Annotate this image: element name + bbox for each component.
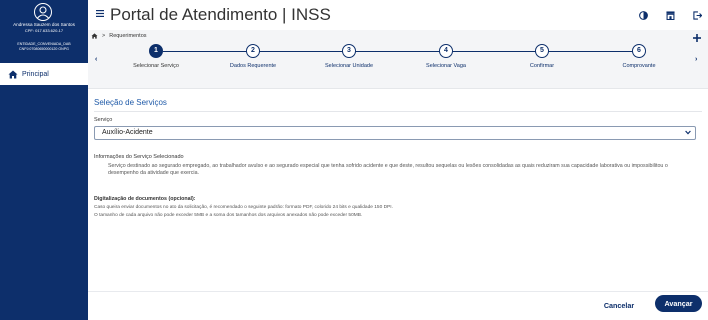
step-1-label[interactable]: Selecionar Serviço [133, 63, 179, 69]
service-selection-card: Seleção de Serviços Serviço Auxílio-Acid… [88, 88, 708, 291]
step-5-label[interactable]: Confirmar [530, 63, 554, 69]
digitalization-line-1: Caso queira enviar documentos no ato da … [94, 205, 393, 210]
breadcrumb-separator: > [102, 33, 106, 39]
contrast-icon[interactable] [639, 11, 648, 20]
service-select-value: Auxílio-Acidente [102, 129, 153, 136]
chevron-down-icon [685, 130, 691, 135]
step-5-circle[interactable]: 5 [535, 44, 549, 58]
section-title: Seleção de Serviços [94, 98, 167, 107]
sidebar-item-principal[interactable]: Principal [0, 63, 88, 85]
user-entity: ENTIDADE_CONVENIADA_DAB [17, 42, 71, 46]
info-text: Serviço destinado ao segurado empregado,… [108, 163, 668, 177]
stepper-next-icon[interactable]: › [695, 56, 697, 63]
step-3-circle[interactable]: 3 [342, 44, 356, 58]
form-footer: Cancelar Avançar [88, 291, 708, 320]
step-6-label[interactable]: Comprovante [622, 63, 655, 69]
cancel-button[interactable]: Cancelar [595, 298, 643, 313]
step-3-label[interactable]: Selecionar Unidade [325, 63, 373, 69]
sidebar: Andressa Sauzem dos Santos CPF: 017.633.… [0, 0, 88, 320]
next-button[interactable]: Avançar [655, 295, 702, 312]
step-2-label[interactable]: Dados Requerente [230, 63, 276, 69]
step-4-label[interactable]: Selecionar Vaga [426, 63, 466, 69]
step-1-circle[interactable]: 1 [149, 44, 163, 58]
step-2-circle[interactable]: 2 [246, 44, 260, 58]
app-header: Portal de Atendimento | INSS [88, 0, 708, 30]
user-cpf: CPF: 017.633.620-17 [24, 28, 64, 33]
info-title: Informações do Serviço Selecionado [94, 154, 184, 160]
step-6-circle[interactable]: 6 [632, 44, 646, 58]
service-select[interactable]: Auxílio-Acidente [94, 126, 696, 140]
digitalization-title: Digitalização de documentos (opcional): [94, 196, 196, 202]
breadcrumb-current: Requerimentos [109, 33, 147, 39]
stepper-line [163, 51, 639, 52]
service-label: Serviço [94, 117, 113, 123]
digitalization-line-2: O tamanho de cada arquivo não pode exced… [94, 213, 363, 218]
breadcrumb: > Requerimentos [91, 31, 147, 41]
stepper: ‹ 1 2 3 4 5 6 Selecionar Serviço Dados R… [88, 41, 708, 75]
home-icon [8, 70, 18, 78]
home-icon[interactable] [91, 33, 98, 39]
store-icon[interactable] [666, 11, 675, 20]
page-title: Portal de Atendimento | INSS [110, 5, 331, 24]
sidebar-item-label: Principal [22, 70, 49, 78]
menu-icon[interactable] [96, 10, 104, 17]
stepper-prev-icon[interactable]: ‹ [95, 56, 97, 63]
logout-icon[interactable] [693, 11, 702, 20]
user-cnpj: CNPJ:07080650000120 ONPG [19, 47, 69, 51]
card-divider [94, 111, 702, 112]
step-4-circle[interactable]: 4 [439, 44, 453, 58]
user-avatar-icon[interactable] [34, 3, 52, 21]
